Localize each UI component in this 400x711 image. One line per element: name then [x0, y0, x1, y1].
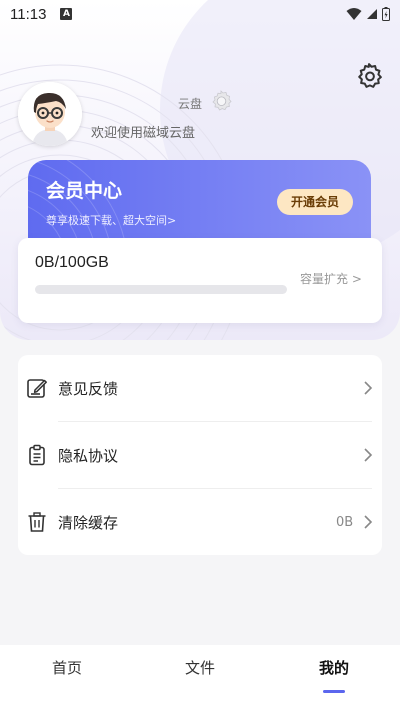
- member-badge-icon: [212, 90, 232, 111]
- username: 云盘: [178, 97, 203, 111]
- menu-item-clear-cache[interactable]: 清除缓存 0B: [18, 489, 382, 555]
- status-bar: 11:13 A: [0, 0, 400, 28]
- tab-mine[interactable]: 我的: [294, 657, 374, 678]
- settings-menu: 意见反馈 隐私协议 清除缓存 0B: [18, 355, 382, 555]
- signal-icon: [367, 9, 377, 19]
- battery-icon: [382, 7, 390, 21]
- status-time: 11:13: [10, 5, 47, 23]
- notification-icon: A: [60, 8, 73, 20]
- settings-gear-icon[interactable]: [354, 61, 384, 91]
- storage-card: 0B/100GB 容量扩充 >: [18, 238, 382, 323]
- vip-title: 会员中心: [46, 180, 123, 202]
- menu-item-label: 意见反馈: [58, 379, 119, 398]
- menu-item-label: 清除缓存: [58, 513, 119, 532]
- trash-icon: [28, 512, 46, 532]
- chevron-right-icon: [364, 448, 373, 462]
- cache-size-value: 0B: [336, 514, 354, 530]
- menu-item-label: 隐私协议: [58, 446, 119, 465]
- menu-item-feedback[interactable]: 意见反馈: [18, 355, 382, 421]
- storage-usage-text: 0B/100GB: [35, 254, 109, 271]
- bottom-tab-bar: 首页 文件 我的: [0, 645, 400, 711]
- tab-home[interactable]: 首页: [27, 657, 107, 678]
- active-tab-indicator: [323, 690, 345, 693]
- wifi-icon: [346, 8, 362, 20]
- avatar[interactable]: [18, 82, 82, 146]
- open-membership-button[interactable]: 开通会员: [277, 189, 353, 215]
- avatar-illustration: [18, 82, 82, 146]
- storage-progress-bar: [35, 285, 287, 294]
- tab-files[interactable]: 文件: [160, 657, 240, 678]
- chevron-right-icon: [364, 515, 373, 529]
- expand-capacity-link[interactable]: 容量扩充 >: [300, 270, 362, 287]
- vip-subtitle-link[interactable]: 尊享极速下载、超大空间>: [46, 212, 176, 228]
- clipboard-icon: [29, 444, 45, 466]
- welcome-text: 欢迎使用磁域云盘: [91, 126, 196, 141]
- chevron-right-icon: [364, 381, 373, 395]
- feedback-edit-icon: [27, 379, 47, 398]
- menu-item-privacy[interactable]: 隐私协议: [18, 422, 382, 488]
